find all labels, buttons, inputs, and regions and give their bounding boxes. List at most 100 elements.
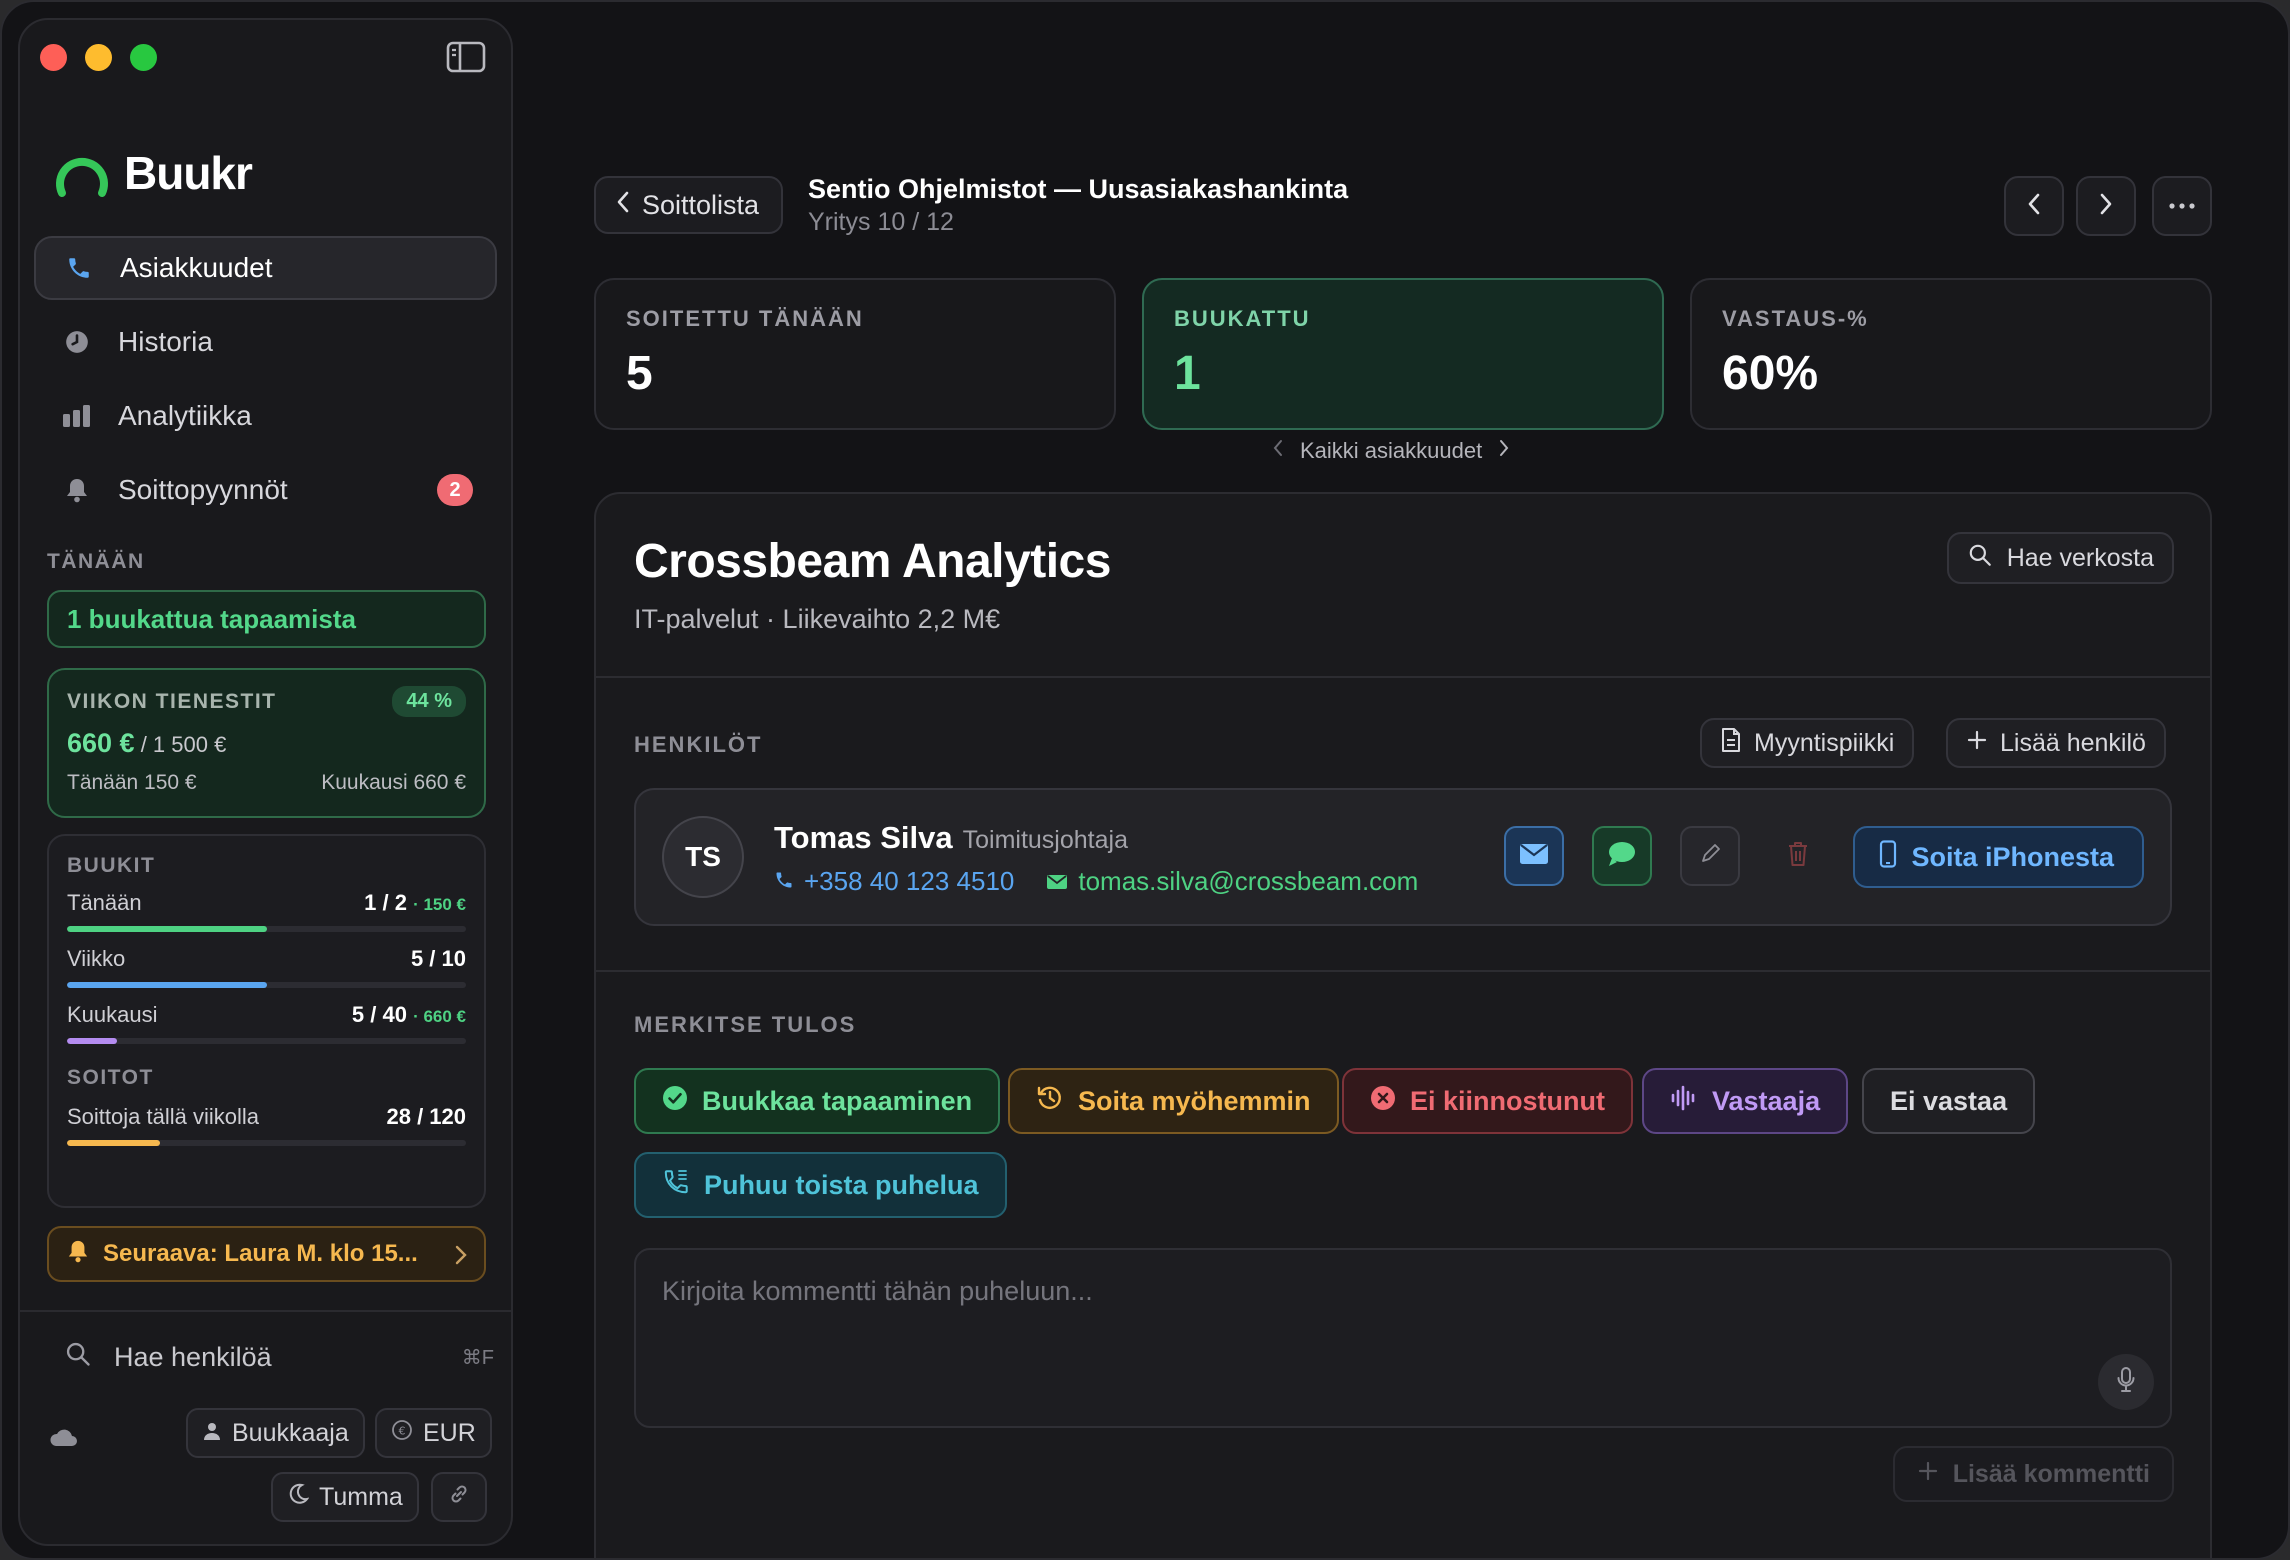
role-chip[interactable]: Buukkaaja bbox=[186, 1408, 365, 1458]
maximize-window-button[interactable] bbox=[130, 44, 157, 71]
sidebar-toggle-icon[interactable] bbox=[446, 40, 486, 74]
earnings-footer: Tänään 150 € Kuukausi 660 € bbox=[67, 771, 466, 795]
persons-title: HENKILÖT bbox=[634, 732, 763, 757]
edit-person-button[interactable] bbox=[1680, 826, 1740, 886]
svg-text:€: € bbox=[399, 1424, 406, 1437]
brand: Buukr bbox=[54, 146, 253, 200]
weekly-earnings-card: VIIKON TIENESTIT 44 % 660 € / 1 500 € Tä… bbox=[47, 668, 486, 818]
outcome-label: Ei kiinnostunut bbox=[1410, 1085, 1605, 1116]
previous-company-button[interactable] bbox=[2004, 176, 2064, 236]
more-options-button[interactable] bbox=[2152, 176, 2212, 236]
sidebar-item-label: Soittopyynnöt bbox=[118, 474, 288, 505]
earnings-month: Kuukausi 660 € bbox=[321, 771, 466, 794]
chevron-left-icon[interactable] bbox=[1272, 438, 1284, 464]
history-clock-icon bbox=[1036, 1084, 1064, 1119]
sidebar-item-asiakkuudet[interactable]: Asiakkuudet bbox=[34, 236, 497, 300]
currency-chip-label: EUR bbox=[423, 1418, 476, 1447]
calls-progress-fill bbox=[67, 1140, 160, 1146]
outcome-label: Soita myöhemmin bbox=[1078, 1085, 1311, 1116]
back-to-call-list-button[interactable]: Soittolista bbox=[594, 176, 784, 234]
bar-chart-icon bbox=[62, 401, 92, 431]
outcome-busy-button[interactable]: Puhuu toista puhelua bbox=[634, 1152, 1007, 1218]
person-search[interactable]: Hae henkilöä ⌘F bbox=[64, 1340, 494, 1375]
add-person-label: Lisää henkilö bbox=[2000, 728, 2146, 757]
sales-pitch-button[interactable]: Myyntispiikki bbox=[1700, 718, 1915, 768]
section-divider bbox=[596, 676, 2210, 678]
next-callback-label: Seuraava: Laura M. klo 15... bbox=[103, 1240, 418, 1267]
web-search-button[interactable]: Hae verkosta bbox=[1946, 532, 2174, 584]
x-circle-icon bbox=[1370, 1085, 1396, 1118]
chevron-right-icon[interactable] bbox=[1498, 438, 1510, 464]
chevron-right-icon bbox=[2098, 191, 2114, 222]
delete-person-button[interactable] bbox=[1768, 826, 1828, 886]
add-comment-label: Lisää kommentti bbox=[1952, 1459, 2150, 1488]
phone-icon bbox=[774, 866, 794, 897]
person-email-link[interactable]: tomas.silva@crossbeam.com bbox=[1046, 866, 1418, 897]
stat-card-booked: BUUKATTU 1 bbox=[1142, 278, 1664, 430]
sidebar-item-historia[interactable]: Historia bbox=[34, 310, 497, 374]
chevron-right-icon bbox=[454, 1244, 468, 1273]
outcome-voicemail-button[interactable]: Vastaaja bbox=[1642, 1068, 1849, 1134]
next-company-button[interactable] bbox=[2076, 176, 2136, 236]
mail-icon bbox=[1046, 866, 1068, 897]
currency-chip[interactable]: € EUR bbox=[375, 1408, 492, 1458]
outcome-not-interested-button[interactable]: Ei kiinnostunut bbox=[1342, 1068, 1633, 1134]
person-phone[interactable]: +358 40 123 4510 bbox=[804, 866, 1014, 897]
campaign-progress: Yritys 10 / 12 bbox=[808, 208, 954, 236]
outcome-label: Vastaaja bbox=[1712, 1085, 1821, 1116]
bookings-stats-card: BUUKIT Tänään 1 / 2 · 150 € Viikko 5 / 10 K… bbox=[47, 834, 486, 1208]
window-controls bbox=[40, 44, 157, 71]
comment-input[interactable] bbox=[662, 1276, 2062, 1307]
booking-progress-row: Kuukausi 5 / 40 · 660 € bbox=[67, 1002, 466, 1044]
outcome-no-answer-button[interactable]: Ei vastaa bbox=[1862, 1068, 2036, 1134]
pager-label[interactable]: Kaikki asiakkuudet bbox=[1300, 438, 1482, 464]
minimize-window-button[interactable] bbox=[85, 44, 112, 71]
check-circle-icon bbox=[662, 1085, 688, 1118]
theme-chip[interactable]: Tumma bbox=[271, 1472, 419, 1522]
next-callback-banner[interactable]: Seuraava: Laura M. klo 15... bbox=[47, 1226, 486, 1282]
call-from-iphone-button[interactable]: Soita iPhonesta bbox=[1853, 826, 2144, 888]
send-message-button[interactable] bbox=[1592, 826, 1652, 886]
outcome-book-meeting-button[interactable]: Buukkaa tapaaminen bbox=[634, 1068, 1001, 1134]
person-role: Toimitusjohtaja bbox=[962, 826, 1128, 854]
notification-badge: 2 bbox=[437, 474, 473, 506]
pencil-icon bbox=[1699, 843, 1721, 870]
send-email-button[interactable] bbox=[1504, 826, 1564, 886]
add-comment-button[interactable]: Lisää kommentti bbox=[1892, 1446, 2174, 1502]
customer-pager: Kaikki asiakkuudet bbox=[1272, 438, 1510, 464]
calls-label: Soittoja tällä viikolla bbox=[67, 1104, 259, 1129]
sidebar-item-analytiikka[interactable]: Analytiikka bbox=[34, 384, 497, 448]
web-search-label: Hae verkosta bbox=[2006, 543, 2154, 572]
earnings-today: Tänään 150 € bbox=[67, 771, 197, 794]
role-chip-label: Buukkaaja bbox=[232, 1418, 349, 1447]
stat-card-called-today: SOITETTU TÄNÄÄN 5 bbox=[594, 278, 1116, 430]
plus-icon bbox=[1966, 729, 1988, 758]
user-icon bbox=[202, 1419, 222, 1448]
more-icon bbox=[2168, 197, 2196, 215]
booked-today-summary[interactable]: 1 buukattua tapaamista bbox=[47, 590, 486, 648]
moon-icon bbox=[287, 1483, 310, 1512]
add-person-button[interactable]: Lisää henkilö bbox=[1946, 718, 2166, 768]
company-name: Crossbeam Analytics bbox=[634, 535, 1111, 588]
booking-row-label: Viikko bbox=[67, 946, 126, 971]
booking-progress-fill bbox=[67, 926, 267, 932]
link-button[interactable] bbox=[431, 1472, 487, 1522]
back-button-label: Soittolista bbox=[642, 189, 760, 220]
calls-progress-row: Soittoja tällä viikolla 28 / 120 bbox=[67, 1104, 466, 1146]
avatar: TS bbox=[662, 816, 744, 898]
company-meta: IT-palvelut · Liikevaihto 2,2 M€ bbox=[634, 604, 1001, 634]
plus-icon bbox=[1917, 1460, 1939, 1489]
mail-icon bbox=[1519, 843, 1549, 870]
sidebar-item-label: Historia bbox=[118, 326, 213, 357]
booking-progress-track bbox=[67, 982, 466, 988]
close-window-button[interactable] bbox=[40, 44, 67, 71]
booking-row-amount: · 660 € bbox=[413, 1007, 466, 1026]
calls-title: SOITOT bbox=[67, 1066, 154, 1089]
sidebar-item-label: Asiakkuudet bbox=[120, 252, 273, 283]
outcome-call-later-button[interactable]: Soita myöhemmin bbox=[1008, 1068, 1339, 1134]
stat-value: 1 bbox=[1174, 347, 1201, 400]
person-email: tomas.silva@crossbeam.com bbox=[1078, 866, 1419, 896]
today-section-label: TÄNÄÄN bbox=[47, 550, 145, 573]
microphone-button[interactable] bbox=[2098, 1354, 2154, 1410]
sidebar-item-soittopyynnot[interactable]: Soittopyynnöt 2 bbox=[34, 458, 497, 522]
